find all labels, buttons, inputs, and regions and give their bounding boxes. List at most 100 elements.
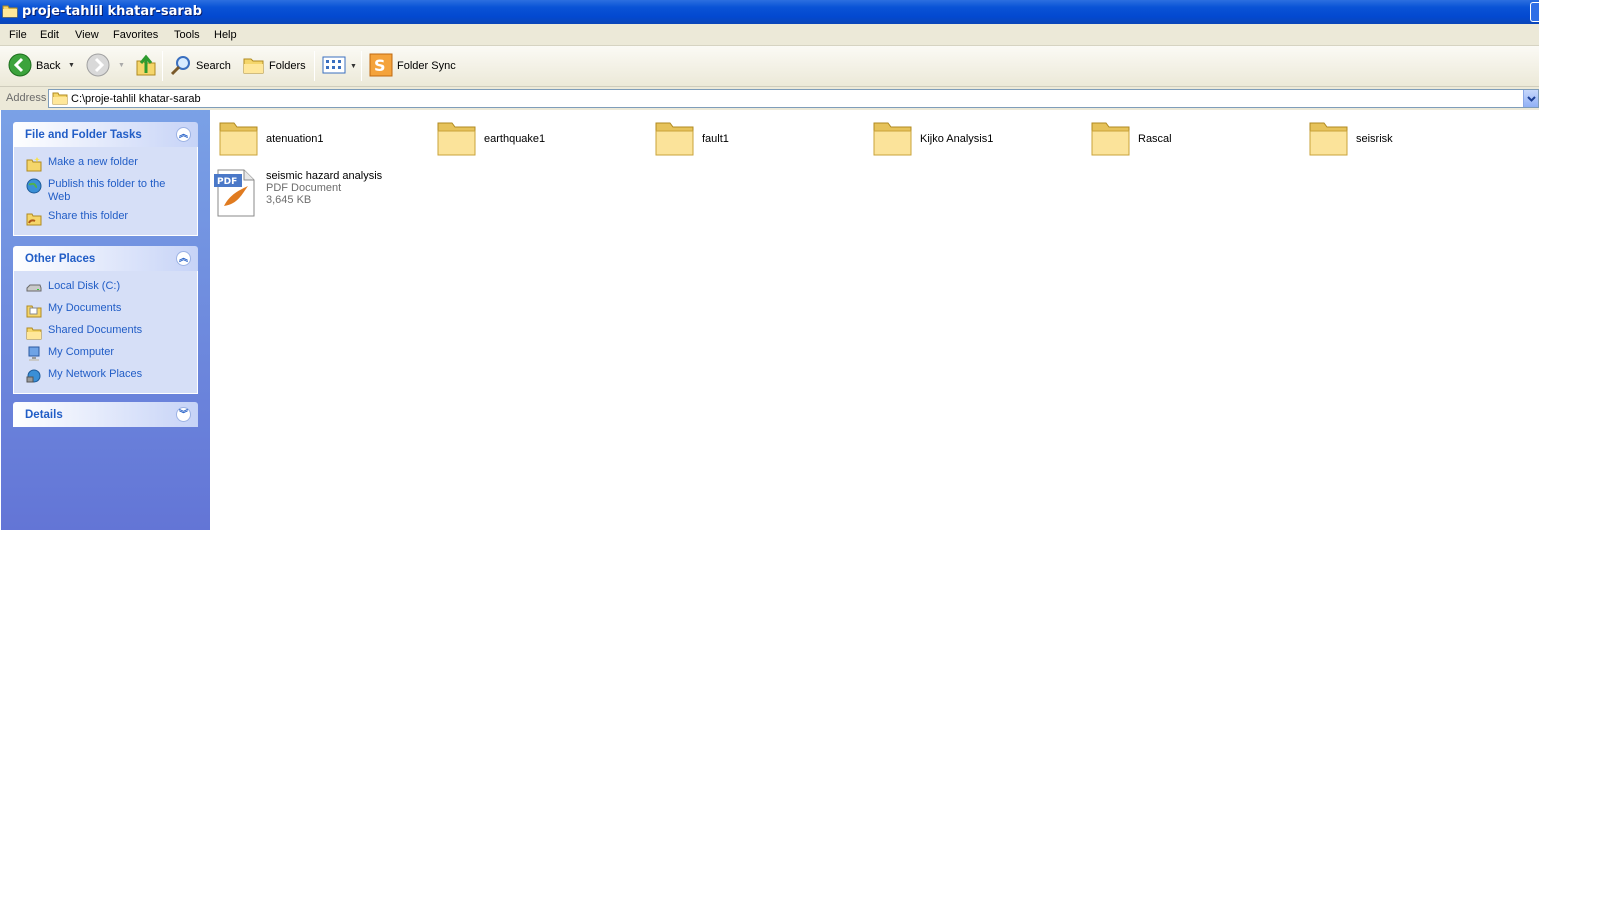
item-name: fault1 <box>702 133 729 145</box>
back-dropdown-icon[interactable]: ▼ <box>68 62 75 69</box>
place-network-places[interactable]: My Network Places <box>14 365 197 387</box>
toolbar-separator <box>314 51 315 81</box>
up-folder-button[interactable] <box>135 52 157 80</box>
folder-icon <box>1088 115 1136 163</box>
panel-header[interactable]: Other Places ︽ <box>13 246 198 271</box>
back-label: Back <box>36 60 61 72</box>
minimize-button[interactable] <box>1530 2 1539 22</box>
other-places-panel: Other Places ︽ Local Disk (C:) My Docume… <box>13 246 198 394</box>
panel-header[interactable]: Details ︾ <box>13 402 198 427</box>
shared-documents-icon <box>26 324 42 340</box>
place-local-disk[interactable]: Local Disk (C:) <box>14 277 197 299</box>
menu-view[interactable]: View <box>75 29 99 41</box>
item-name: Rascal <box>1138 133 1172 145</box>
folders-button[interactable]: Folders <box>243 52 306 80</box>
views-dropdown-icon: ▼ <box>350 62 357 70</box>
place-label: My Computer <box>48 346 115 358</box>
search-button[interactable]: Search <box>170 52 231 80</box>
address-label: Address <box>6 92 47 104</box>
item-name: earthquake1 <box>484 133 546 145</box>
folder-item[interactable]: seisrisk <box>1306 115 1393 163</box>
folder-icon <box>434 115 482 163</box>
folders-icon <box>243 55 265 78</box>
collapse-icon[interactable]: ︽ <box>176 127 191 142</box>
back-button[interactable]: Back <box>8 52 60 80</box>
task-label: Make a new folder <box>48 156 138 168</box>
menu-help[interactable]: Help <box>214 29 237 41</box>
svg-text:PDF: PDF <box>217 177 237 187</box>
menu-favorites[interactable]: Favorites <box>113 29 158 41</box>
search-label: Search <box>196 60 231 72</box>
toolbar: Back ▼ ▼ Search Folders ▼ S Folder Sync <box>0 46 1539 87</box>
panel-title: Other Places <box>25 253 96 265</box>
menu-file[interactable]: File <box>9 29 27 41</box>
title-bar[interactable]: proje-tahlil khatar-sarab <box>0 0 1539 24</box>
place-shared-documents[interactable]: Shared Documents <box>14 321 197 343</box>
details-panel: Details ︾ <box>13 402 198 427</box>
expand-icon[interactable]: ︾ <box>176 407 191 422</box>
task-share-folder[interactable]: Share this folder <box>14 207 197 229</box>
item-name: seismic hazard analysis <box>266 170 383 182</box>
folder-icon <box>870 115 918 163</box>
folder-icon <box>652 115 700 163</box>
place-label: Local Disk (C:) <box>48 280 121 292</box>
my-documents-icon <box>26 302 42 318</box>
collapse-icon[interactable]: ︽ <box>176 251 191 266</box>
my-computer-icon <box>26 346 42 362</box>
menu-bar: File Edit View Favorites Tools Help <box>0 24 1539 46</box>
network-places-icon <box>26 368 42 384</box>
task-make-new-folder[interactable]: Make a new folder <box>14 153 197 175</box>
views-icon <box>322 55 346 78</box>
folder-item[interactable]: earthquake1 <box>434 115 545 163</box>
item-name: atenuation1 <box>266 133 324 145</box>
place-label: My Network Places <box>48 368 143 380</box>
panel-title: File and Folder Tasks <box>25 129 142 141</box>
folder-sync-label: Folder Sync <box>397 60 456 72</box>
folder-item[interactable]: fault1 <box>652 115 729 163</box>
item-name: Kijko Analysis1 <box>920 133 994 145</box>
folder-icon <box>52 92 68 108</box>
place-my-documents[interactable]: My Documents <box>14 299 197 321</box>
back-arrow-icon <box>8 53 32 80</box>
forward-dropdown-icon[interactable]: ▼ <box>118 62 125 69</box>
panel-body: Make a new folder Publish this folder to… <box>13 147 198 236</box>
place-label: My Documents <box>48 302 122 314</box>
folder-icon <box>216 115 264 163</box>
address-value: C:\proje-tahlil khatar-sarab <box>71 93 201 105</box>
item-kind: PDF Document <box>266 182 342 194</box>
folder-sync-icon: S <box>369 53 393 80</box>
panel-body: Local Disk (C:) My Documents Shared Docu… <box>13 271 198 394</box>
views-button[interactable]: ▼ <box>322 52 357 80</box>
folder-sync-button[interactable]: S Folder Sync <box>369 52 456 80</box>
local-disk-icon <box>26 280 42 296</box>
forward-arrow-icon <box>86 53 110 80</box>
folders-label: Folders <box>269 60 306 72</box>
explorer-window: proje-tahlil khatar-sarab File Edit View… <box>0 0 1539 530</box>
task-pane: File and Folder Tasks ︽ Make a new folde… <box>1 110 210 530</box>
task-label: Publish this folder to the Web <box>48 178 166 203</box>
place-label: Shared Documents <box>48 324 143 336</box>
publish-web-icon <box>26 178 42 194</box>
panel-header[interactable]: File and Folder Tasks ︽ <box>13 122 198 147</box>
place-my-computer[interactable]: My Computer <box>14 343 197 365</box>
toolbar-separator <box>361 51 362 81</box>
forward-button[interactable] <box>86 52 110 80</box>
file-item[interactable]: PDF seismic hazard analysis PDF Document… <box>212 168 383 217</box>
toolbar-separator <box>162 51 163 81</box>
menu-edit[interactable]: Edit <box>40 29 59 41</box>
window-title: proje-tahlil khatar-sarab <box>22 4 202 19</box>
new-folder-icon <box>26 156 42 172</box>
menu-tools[interactable]: Tools <box>174 29 200 41</box>
pdf-icon: PDF <box>212 168 260 217</box>
folder-item[interactable]: Kijko Analysis1 <box>870 115 993 163</box>
folder-icon <box>1306 115 1354 163</box>
share-folder-icon <box>26 210 42 226</box>
address-dropdown-icon[interactable] <box>1523 90 1538 107</box>
folder-item[interactable]: Rascal <box>1088 115 1172 163</box>
up-folder-icon <box>135 53 157 80</box>
folder-item[interactable]: atenuation1 <box>216 115 324 163</box>
task-publish-web[interactable]: Publish this folder to the Web <box>14 175 197 207</box>
item-name: seisrisk <box>1356 133 1393 145</box>
address-field[interactable]: C:\proje-tahlil khatar-sarab <box>48 89 1539 108</box>
task-label: Share this folder <box>48 210 129 222</box>
